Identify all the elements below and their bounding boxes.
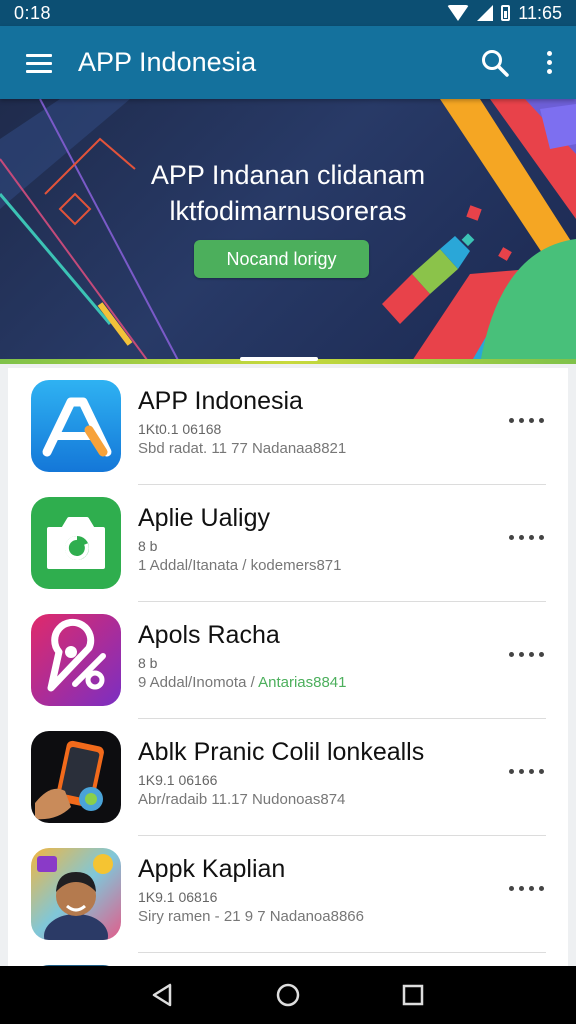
list-item[interactable]: Appk Kaplian 1K9.1 06816 Siry ramen - 21…	[8, 836, 568, 953]
app-title: APP Indonesia	[78, 47, 257, 77]
item-menu-button[interactable]	[508, 878, 544, 898]
phone-app-icon	[31, 731, 121, 823]
avatar-app-icon	[31, 848, 121, 940]
app-title: Appk Kaplian	[138, 855, 286, 883]
app-meta: 8 b	[138, 655, 158, 671]
item-menu-button[interactable]	[508, 410, 544, 430]
app-title: APP Indonesia	[138, 387, 303, 415]
location-app-icon	[31, 614, 121, 706]
search-icon	[482, 49, 509, 77]
status-bar: 0:18 11:65	[0, 0, 576, 26]
recents-button[interactable]	[383, 966, 443, 1024]
wifi-icon	[447, 5, 470, 21]
list-item[interactable]: Aplie Ualigy 8 b 1 Addal/Itanata / kodem…	[8, 485, 568, 602]
app-details: Abr/radaib 11.17 Nudonoas874	[138, 791, 346, 808]
app-details: 9 Addal/Inomota / Antarias8841	[138, 674, 347, 691]
app-title: Aplie Ualigy	[138, 504, 271, 532]
app-list: APP Indonesia 1Kt0.1 06168 Sbd radat. 11…	[8, 368, 568, 966]
banner-indicator	[240, 357, 318, 361]
menu-button[interactable]	[0, 26, 78, 99]
home-button[interactable]	[258, 966, 318, 1024]
banner-graphic	[0, 99, 576, 364]
camera-app-icon	[31, 497, 121, 589]
status-time: 0:18	[14, 2, 52, 23]
app-meta: 8 b	[138, 538, 158, 554]
status-icons: 11:65	[447, 3, 562, 24]
status-clock: 11:65	[518, 2, 562, 23]
banner-heading: APP Indanan clidanam lktfodimarnusoreras	[0, 157, 576, 229]
search-button[interactable]	[468, 26, 522, 99]
list-item[interactable]	[8, 953, 568, 966]
menu-icon	[26, 53, 52, 73]
promo-banner[interactable]: APP Indanan clidanam lktfodimarnusoreras…	[0, 99, 576, 364]
item-menu-button[interactable]	[508, 644, 544, 664]
app-meta: 1K9.1 06816	[138, 889, 218, 905]
signal-icon	[477, 5, 494, 21]
app-details: 1 Addal/Itanata / kodemers871	[138, 557, 342, 574]
app-store-icon	[31, 380, 121, 472]
item-menu-button[interactable]	[508, 527, 544, 547]
app-details: Siry ramen - 21 9 7 Nadanoa8866	[138, 908, 364, 925]
home-icon	[276, 983, 300, 1007]
app-title: Ablk Pranic Colil lonkealls	[138, 738, 425, 766]
list-item[interactable]: Ablk Pranic Colil lonkealls 1K9.1 06166 …	[8, 719, 568, 836]
app-meta: 1Kt0.1 06168	[138, 421, 222, 437]
battery-icon	[501, 5, 511, 21]
item-menu-button[interactable]	[508, 761, 544, 781]
back-icon	[152, 983, 171, 1007]
recents-icon	[403, 984, 424, 1006]
app-title: Apols Racha	[138, 621, 280, 649]
app-meta: 1K9.1 06166	[138, 772, 218, 788]
list-item[interactable]: Apols Racha 8 b 9 Addal/Inomota / Antari…	[8, 602, 568, 719]
banner-line-2: lktfodimarnusoreras	[169, 196, 407, 226]
navigation-bar	[0, 966, 576, 1024]
back-button[interactable]	[133, 966, 193, 1024]
more-options-button[interactable]	[522, 26, 576, 99]
banner-line-1: APP Indanan clidanam	[150, 160, 426, 190]
banner-cta-button[interactable]: Nocand lorigy	[194, 240, 369, 278]
more-vertical-icon	[546, 51, 552, 74]
app-details: Sbd radat. 11 77 Nadanaa8821	[138, 440, 347, 457]
list-item[interactable]: APP Indonesia 1Kt0.1 06168 Sbd radat. 11…	[8, 368, 568, 485]
app-bar: APP Indonesia	[0, 26, 576, 99]
